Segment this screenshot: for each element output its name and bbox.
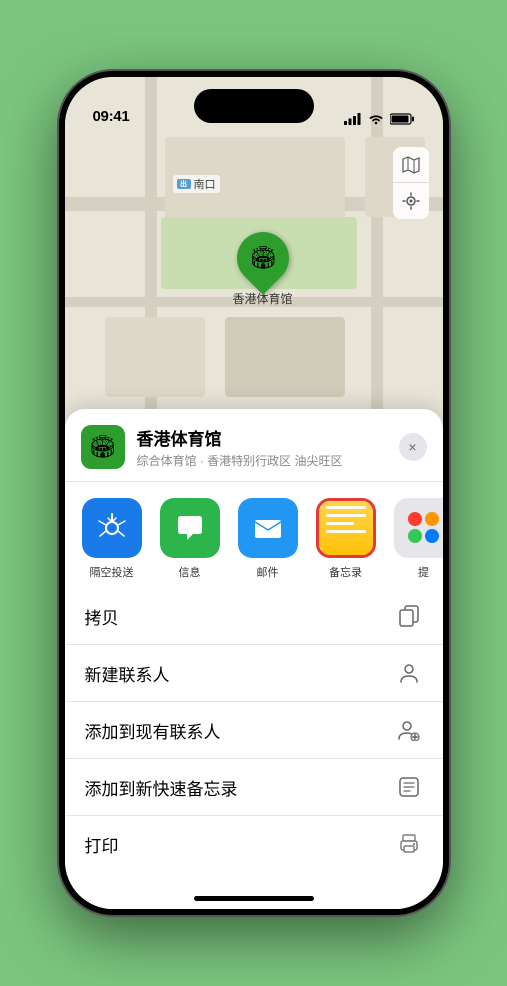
mail-icon-wrap — [238, 498, 298, 558]
location-name: 香港体育馆 — [137, 425, 399, 450]
menu-item-add-existing[interactable]: 添加到现有联系人 — [65, 702, 443, 759]
location-icon: 🏟 — [81, 425, 125, 469]
location-subtitle: 综合体育馆 · 香港特别行政区 油尖旺区 — [137, 452, 399, 469]
phone-screen: 09:41 — [65, 77, 443, 909]
more-label: 提 — [418, 564, 429, 580]
location-button[interactable] — [393, 183, 429, 219]
print-label: 打印 — [85, 832, 119, 857]
status-icons — [344, 113, 415, 125]
share-item-notes[interactable]: 备忘录 — [311, 498, 381, 580]
share-item-more[interactable]: 提 — [389, 498, 443, 580]
person-add-icon — [395, 716, 423, 744]
share-item-airdrop[interactable]: 隔空投送 — [77, 498, 147, 580]
map-label: 出 南口 — [173, 175, 220, 193]
wifi-icon — [368, 113, 384, 125]
map-marker: 🏟 香港体育馆 — [233, 232, 293, 307]
menu-item-print[interactable]: 打印 — [65, 816, 443, 872]
home-indicator — [194, 896, 314, 901]
copy-label: 拷贝 — [85, 604, 119, 629]
close-button[interactable]: × — [399, 433, 427, 461]
map-label-icon: 出 — [177, 179, 191, 189]
note-icon — [395, 773, 423, 801]
battery-icon — [390, 113, 415, 125]
notes-icon-wrap — [316, 498, 376, 558]
mail-label: 邮件 — [257, 564, 279, 580]
airdrop-label: 隔空投送 — [90, 564, 134, 580]
menu-item-add-notes[interactable]: 添加到新快速备忘录 — [65, 759, 443, 816]
message-icon-wrap — [160, 498, 220, 558]
menu-item-copy[interactable]: 拷贝 — [65, 588, 443, 645]
notes-icon-inner — [319, 500, 373, 556]
person-icon — [395, 659, 423, 687]
map-type-button[interactable] — [393, 147, 429, 183]
share-item-message[interactable]: 信息 — [155, 498, 225, 580]
copy-icon — [395, 602, 423, 630]
menu-list: 拷贝 新建联系人 — [65, 588, 443, 872]
location-header: 🏟 香港体育馆 综合体育馆 · 香港特别行政区 油尖旺区 × — [65, 409, 443, 482]
notes-label: 备忘录 — [329, 564, 362, 580]
share-item-mail[interactable]: 邮件 — [233, 498, 303, 580]
add-notes-label: 添加到新快速备忘录 — [85, 775, 238, 800]
add-existing-label: 添加到现有联系人 — [85, 718, 221, 743]
dynamic-island — [194, 89, 314, 123]
phone-frame: 09:41 — [59, 71, 449, 915]
new-contact-label: 新建联系人 — [85, 661, 170, 686]
airdrop-icon-wrap — [82, 498, 142, 558]
status-time: 09:41 — [93, 108, 130, 125]
bottom-sheet: 🏟 香港体育馆 综合体育馆 · 香港特别行政区 油尖旺区 × — [65, 409, 443, 909]
marker-circle: 🏟 — [226, 221, 300, 295]
message-label: 信息 — [179, 564, 201, 580]
location-info: 香港体育馆 综合体育馆 · 香港特别行政区 油尖旺区 — [137, 425, 399, 469]
share-row: 隔空投送 信息 — [65, 482, 443, 588]
marker-icon: 🏟 — [249, 245, 277, 271]
map-controls — [393, 147, 429, 219]
more-icon-wrap — [394, 498, 443, 558]
printer-icon — [395, 830, 423, 858]
menu-item-new-contact[interactable]: 新建联系人 — [65, 645, 443, 702]
map-entrance-label: 南口 — [194, 176, 216, 192]
signal-icon — [344, 113, 362, 125]
